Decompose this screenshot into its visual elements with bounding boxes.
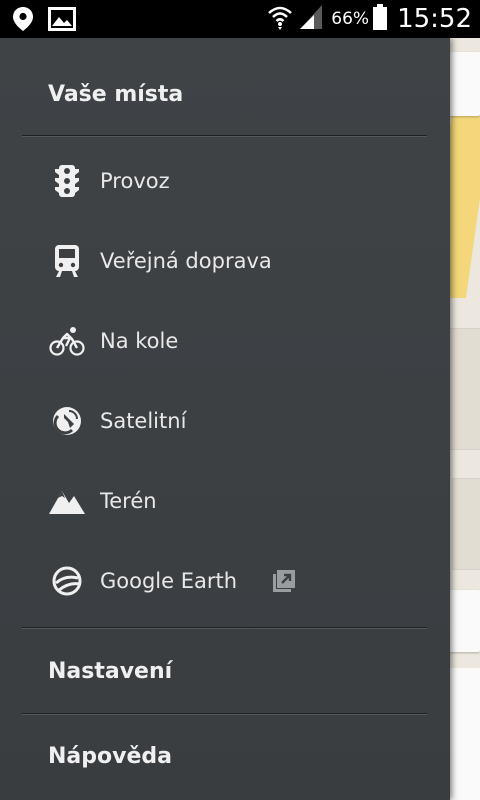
signal-icon: [299, 4, 323, 34]
layer-item-satellite[interactable]: Satelitní: [0, 381, 450, 461]
map-block: [452, 478, 480, 570]
navigation-drawer: Vaše místa Provoz Veřejná doprava Na kol…: [0, 38, 450, 800]
mountain-icon: [48, 482, 86, 520]
clock: 15:52: [397, 4, 472, 34]
satellite-icon: [48, 402, 86, 440]
layer-item-label: Satelitní: [100, 409, 187, 433]
layer-item-transit[interactable]: Veřejná doprava: [0, 221, 450, 301]
help-item[interactable]: Nápověda: [48, 744, 172, 769]
layer-item-label: Terén: [100, 489, 157, 513]
bus-icon: [48, 242, 86, 280]
location-pin-icon: [12, 6, 34, 36]
external-link-icon: [272, 569, 296, 593]
layer-item-traffic[interactable]: Provoz: [0, 141, 450, 221]
map-block: [446, 328, 480, 450]
status-bar: 66% 15:52: [0, 0, 480, 38]
settings-item[interactable]: Nastavení: [48, 659, 172, 684]
battery-percent: 66%: [331, 9, 370, 29]
layer-item-label: Google Earth: [100, 569, 238, 593]
divider: [22, 135, 427, 137]
layer-item-google-earth[interactable]: Google Earth: [0, 541, 450, 621]
layer-item-label: Na kole: [100, 329, 179, 353]
bicycle-icon: [48, 322, 86, 360]
battery-icon: [373, 4, 388, 34]
layer-item-label: Veřejná doprava: [100, 249, 272, 273]
wifi-icon: [267, 3, 293, 35]
image-icon: [48, 7, 76, 35]
your-places-item[interactable]: Vaše místa: [48, 82, 183, 107]
layer-item-bicycling[interactable]: Na kole: [0, 301, 450, 381]
google-earth-icon: [48, 562, 86, 600]
divider: [22, 713, 427, 715]
traffic-light-icon: [48, 162, 86, 200]
divider: [22, 627, 427, 629]
layer-item-label: Provoz: [100, 169, 170, 193]
layer-item-terrain[interactable]: Terén: [0, 461, 450, 541]
